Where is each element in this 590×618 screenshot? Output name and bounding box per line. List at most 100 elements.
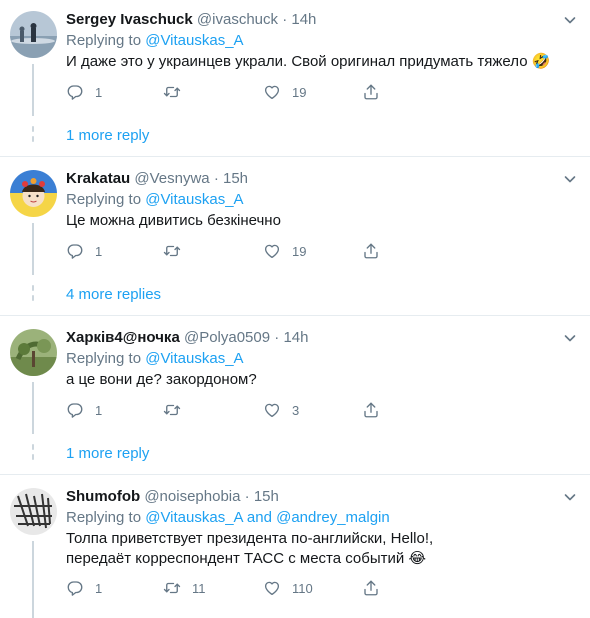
mention-link[interactable]: @Vitauskas_A xyxy=(145,509,243,526)
heart-icon xyxy=(263,579,281,597)
tweet-text: Толпа приветствует президента по-английс… xyxy=(66,530,434,567)
reply-count: 1 xyxy=(95,580,103,596)
share-icon xyxy=(362,83,380,101)
retweet-icon xyxy=(163,83,181,101)
replying-to: Replying to @Vitauskas_A and @andrey_mal… xyxy=(66,508,390,528)
like-button[interactable]: 19 xyxy=(263,82,306,102)
replying-to: Replying to @Vitauskas_A xyxy=(66,190,244,210)
display-name[interactable]: Krakatau xyxy=(66,170,130,187)
retweet-icon xyxy=(163,401,181,419)
avatar[interactable] xyxy=(10,329,57,376)
retweet-button[interactable] xyxy=(163,400,192,420)
thread-dots xyxy=(31,126,35,146)
reply-tweet[interactable]: Харків4@ночка @Polya0509 · 14h Replying … xyxy=(0,318,590,474)
mention-link[interactable]: @Vitauskas_A xyxy=(145,32,243,49)
heart-icon xyxy=(263,242,281,260)
share-button[interactable] xyxy=(362,241,380,261)
retweet-button[interactable] xyxy=(163,241,192,261)
divider xyxy=(0,315,590,316)
show-more-replies[interactable]: 1 more reply xyxy=(66,444,149,464)
separator: · xyxy=(213,170,219,187)
tweet-header: Krakatau @Vesnywa · 15h xyxy=(66,169,248,189)
tweet-header: Shumofob @noisephobia · 15h xyxy=(66,487,279,507)
heart-icon xyxy=(263,401,281,419)
reply-button[interactable]: 1 xyxy=(66,82,102,102)
reply-button[interactable]: 1 xyxy=(66,578,102,598)
tweet-text: Це можна дивитись безкінечно xyxy=(66,212,281,229)
share-icon xyxy=(362,579,380,597)
reply-tweet[interactable]: Shumofob @noisephobia · 15h Replying to … xyxy=(0,477,590,618)
tweet-text: а це вони де? закордоном? xyxy=(66,371,257,388)
user-handle[interactable]: @ivaschuck xyxy=(197,11,278,28)
reply-icon xyxy=(66,242,84,260)
divider xyxy=(0,474,590,475)
reply-tweet[interactable]: Krakatau @Vesnywa · 15h Replying to @Vit… xyxy=(0,159,590,315)
replying-prefix: Replying to xyxy=(66,191,142,208)
replying-prefix: Replying to xyxy=(66,350,142,367)
retweet-button[interactable]: 11 xyxy=(163,578,206,598)
avatar[interactable] xyxy=(10,11,57,58)
retweet-icon xyxy=(163,579,181,597)
share-icon xyxy=(362,401,380,419)
tweet-header: Sergey Ivaschuck @ivaschuck · 14h xyxy=(66,10,316,30)
show-more-replies[interactable]: 1 more reply xyxy=(66,126,149,146)
reply-icon xyxy=(66,83,84,101)
share-button[interactable] xyxy=(362,578,380,598)
replying-prefix: Replying to xyxy=(66,32,142,49)
action-bar: 1 3 xyxy=(66,400,386,420)
share-button[interactable] xyxy=(362,82,380,102)
chevron-down-icon[interactable] xyxy=(562,171,578,187)
retweet-count: 11 xyxy=(192,580,206,596)
thread-line xyxy=(32,64,34,116)
heart-icon xyxy=(263,83,281,101)
avatar[interactable] xyxy=(10,170,57,217)
like-button[interactable]: 110 xyxy=(263,578,313,598)
share-button[interactable] xyxy=(362,400,380,420)
replying-to: Replying to @Vitauskas_A xyxy=(66,31,244,51)
tweet-header: Харків4@ночка @Polya0509 · 14h xyxy=(66,328,308,348)
chevron-down-icon[interactable] xyxy=(562,330,578,346)
reply-tweet[interactable]: Sergey Ivaschuck @ivaschuck · 14h Replyi… xyxy=(0,0,590,156)
like-count: 3 xyxy=(292,402,300,418)
reply-button[interactable]: 1 xyxy=(66,400,102,420)
chevron-down-icon[interactable] xyxy=(562,12,578,28)
display-name[interactable]: Sergey Ivaschuck xyxy=(66,11,193,28)
action-bar: 1 19 xyxy=(66,241,386,261)
user-handle[interactable]: @noisephobia xyxy=(144,488,240,505)
like-count: 19 xyxy=(292,243,307,259)
display-name[interactable]: Харків4@ночка xyxy=(66,329,180,346)
like-button[interactable]: 19 xyxy=(263,241,306,261)
reply-icon xyxy=(66,401,84,419)
timestamp[interactable]: 15h xyxy=(254,488,279,505)
mention-link[interactable]: @andrey_malgin xyxy=(276,509,390,526)
user-handle[interactable]: @Polya0509 xyxy=(184,329,270,346)
chevron-down-icon[interactable] xyxy=(562,489,578,505)
separator: · xyxy=(282,11,288,28)
thread-line xyxy=(32,541,34,618)
divider xyxy=(0,156,590,157)
timestamp[interactable]: 14h xyxy=(291,11,316,28)
user-handle[interactable]: @Vesnywa xyxy=(134,170,209,187)
retweet-button[interactable] xyxy=(163,82,192,102)
thread-dots xyxy=(31,444,35,464)
action-bar: 1 11 110 xyxy=(66,578,386,598)
timestamp[interactable]: 14h xyxy=(283,329,308,346)
timestamp[interactable]: 15h xyxy=(223,170,248,187)
tweet-text: И даже это у украинцев украли. Свой ориг… xyxy=(66,53,551,70)
like-count: 110 xyxy=(292,580,313,596)
like-button[interactable]: 3 xyxy=(263,400,299,420)
thread-dots xyxy=(31,285,35,305)
avatar[interactable] xyxy=(10,488,57,535)
separator: · xyxy=(244,488,250,505)
replying-prefix: Replying to xyxy=(66,509,142,526)
display-name[interactable]: Shumofob xyxy=(66,488,140,505)
thread-line xyxy=(32,223,34,275)
show-more-replies[interactable]: 4 more replies xyxy=(66,285,161,305)
thread-line xyxy=(32,382,34,434)
reply-button[interactable]: 1 xyxy=(66,241,102,261)
mention-link[interactable]: @Vitauskas_A xyxy=(145,191,243,208)
mention-link[interactable]: @Vitauskas_A xyxy=(145,350,243,367)
reply-icon xyxy=(66,579,84,597)
separator: · xyxy=(274,329,280,346)
like-count: 19 xyxy=(292,84,307,100)
